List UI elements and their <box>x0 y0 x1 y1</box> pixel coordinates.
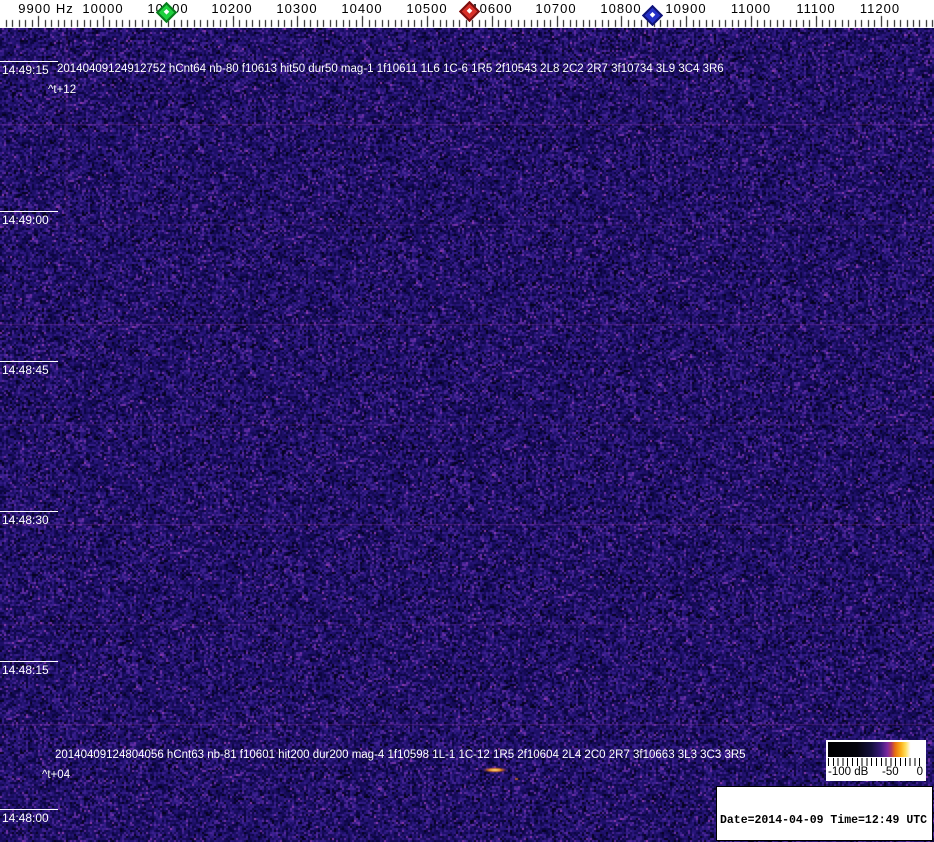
time-tick-label: 14:48:30 <box>2 513 49 527</box>
frequency-tick-label: 10700 <box>535 1 577 16</box>
info-date-time: Date=2014-04-09 Time=12:49 UTC <box>720 814 928 827</box>
time-tick-line <box>0 361 58 362</box>
time-tick-label: 14:48:45 <box>2 363 49 377</box>
frequency-tick-label: 10300 <box>276 1 318 16</box>
time-tick-label: 14:49:00 <box>2 213 49 227</box>
frequency-tick-label: 11000 <box>730 1 772 16</box>
time-tick-line <box>0 61 58 62</box>
colorbar-label-min: -100 dB <box>828 766 869 778</box>
frequency-ruler: 9900 Hz100001010010200103001040010500106… <box>0 0 934 28</box>
colorbar-labels: -100 dB -50 0 <box>826 766 926 780</box>
frequency-tick-label: 10000 <box>82 1 124 16</box>
detection-annotation-1: 20140409124912752 hCnt64 nb-80 f10613 hi… <box>57 63 724 75</box>
detection-caret-2: ^t+04 <box>42 769 71 781</box>
colorbar: -100 dB -50 0 <box>826 740 926 781</box>
meteor-spectrogram-app: 9900 Hz100001010010200103001040010500106… <box>0 0 934 842</box>
time-tick-line <box>0 211 58 212</box>
frequency-tick-label: 9900 Hz <box>18 1 74 16</box>
frequency-tick-label: 10400 <box>341 1 383 16</box>
time-tick-label: 14:49:15 <box>2 63 49 77</box>
station-info-box: Date=2014-04-09 Time=12:49 UTC Freq=143 … <box>716 786 933 841</box>
time-tick-label: 14:48:00 <box>2 811 49 825</box>
green-marker-center-dot <box>163 8 170 15</box>
frequency-tick-label: 10800 <box>600 1 642 16</box>
colorbar-label-max: 0 <box>916 766 923 778</box>
time-tick-line <box>0 511 58 512</box>
time-tick-line <box>0 661 58 662</box>
frequency-tick-label: 10500 <box>406 1 448 16</box>
spectrogram-waterfall <box>0 28 934 842</box>
colorbar-ticks <box>828 758 924 766</box>
detection-annotation-2: 20140409124804056 hCnt63 nb-81 f10601 hi… <box>55 749 746 761</box>
frequency-tick-label: 10200 <box>211 1 253 16</box>
frequency-tick-label: 11100 <box>796 1 836 16</box>
red-marker-center-dot <box>466 7 473 14</box>
detection-caret-1: ^t+12 <box>48 84 77 96</box>
blue-marker-center-dot <box>649 11 656 18</box>
time-tick-line <box>0 809 58 810</box>
time-tick-label: 14:48:15 <box>2 663 49 677</box>
colorbar-gradient <box>828 742 924 757</box>
frequency-tick-label: 10900 <box>665 1 707 16</box>
frequency-tick-label: 11200 <box>859 1 901 16</box>
colorbar-label-mid: -50 <box>882 766 899 778</box>
